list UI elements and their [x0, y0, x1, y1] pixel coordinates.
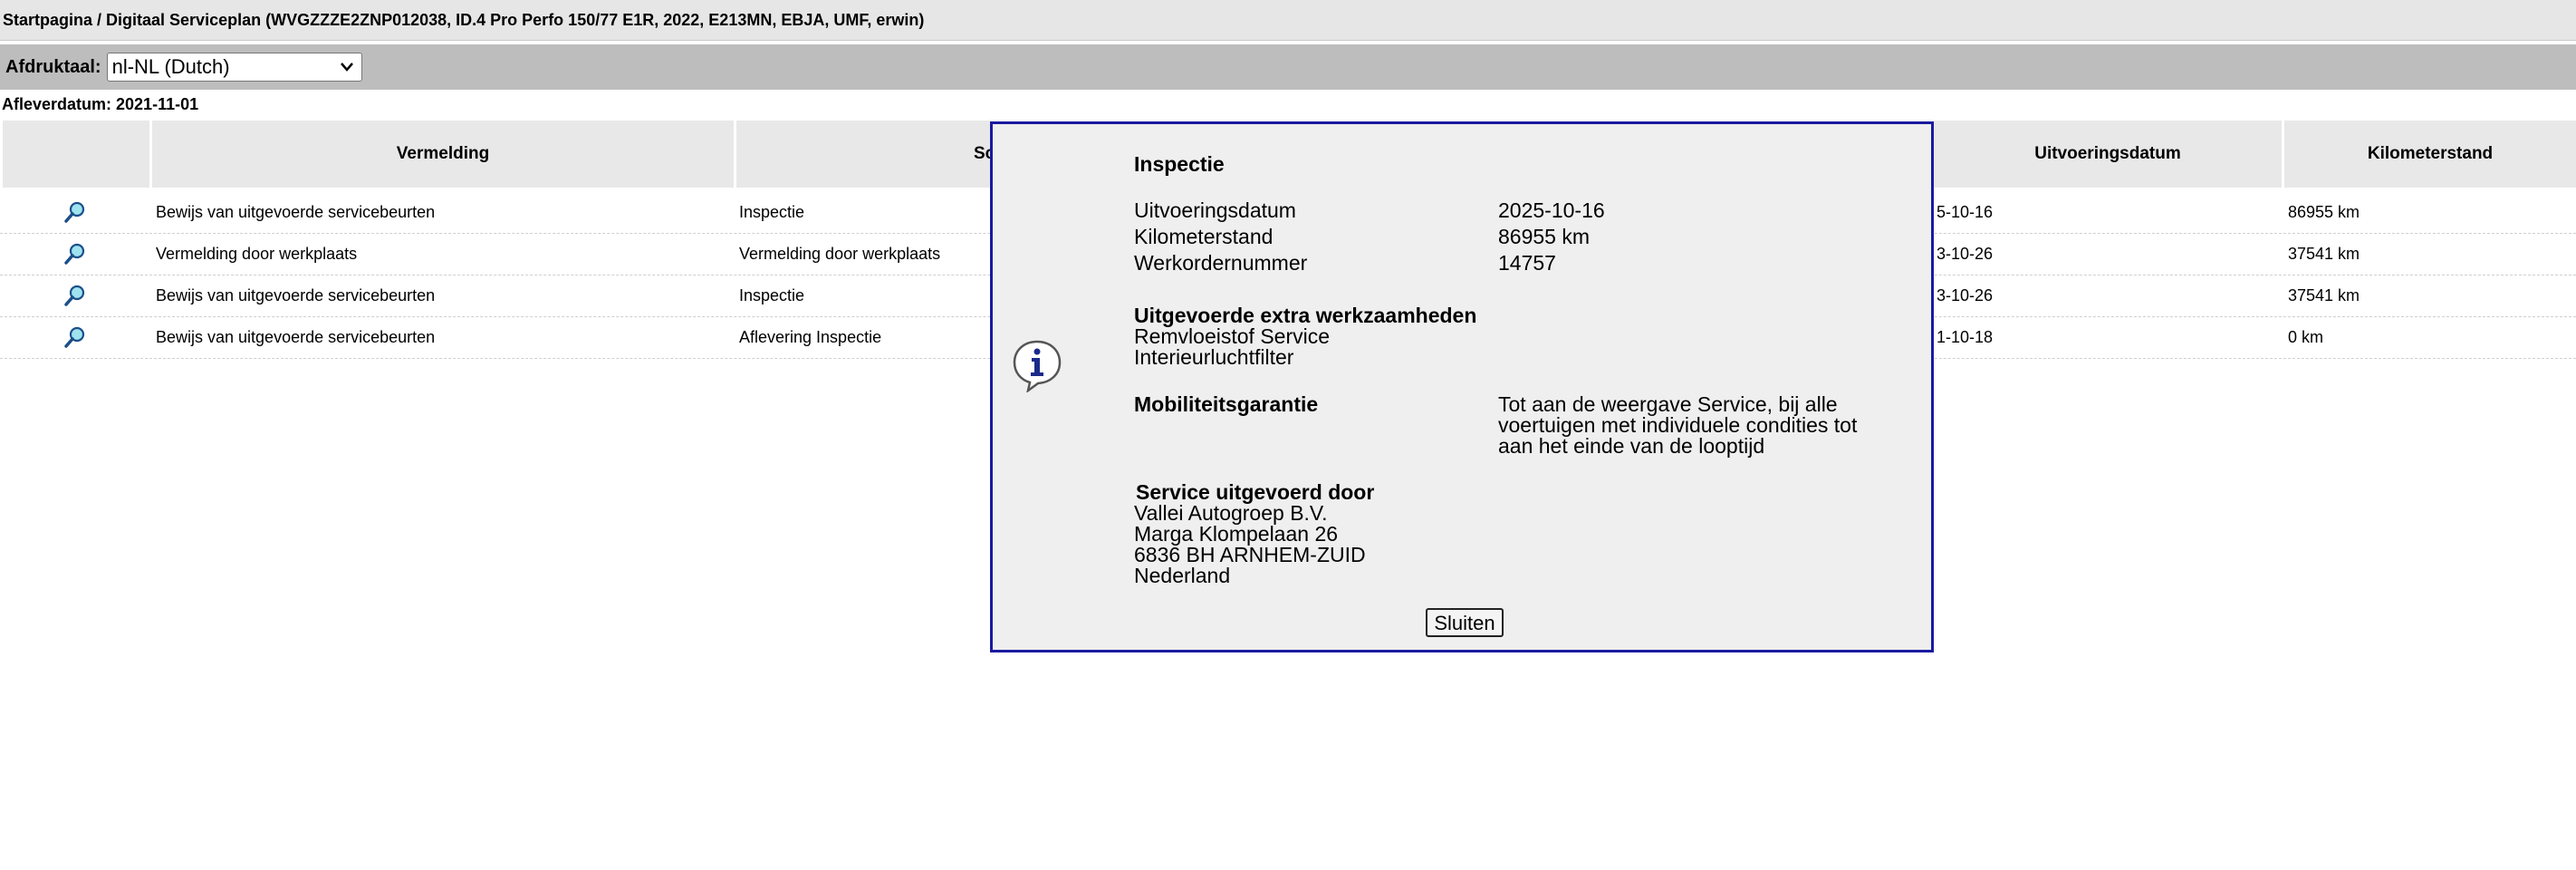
field-label: Kilometerstand [1134, 225, 1274, 248]
field-value: 14757 [1498, 251, 1556, 275]
extra-work-item: Remvloeistof Service [1134, 324, 1331, 348]
row-service: Vermelding door werkplaats [739, 245, 941, 263]
row-date: 5-10-16 [1937, 203, 1994, 221]
header-mileage: Kilometerstand [2284, 121, 2576, 188]
performed-by-title: Service uitgevoerd door [1136, 480, 1375, 504]
performed-by-line: Vallei Autogroep B.V. [1134, 501, 1328, 525]
close-button[interactable]: Sluiten [1426, 608, 1504, 637]
print-language-value: nl-NL (Dutch) [111, 55, 230, 78]
mobility-line: Tot aan de weergave Service, bij alle [1498, 392, 1838, 416]
row-date: 1-10-18 [1937, 328, 1994, 346]
row-service: Aflevering Inspectie [739, 328, 882, 346]
row-date: 3-10-26 [1937, 286, 1994, 304]
performed-by-line: Nederland [1134, 564, 1231, 587]
field-value: 86955 km [1498, 225, 1591, 248]
row-date: 3-10-26 [1937, 245, 1994, 263]
row-service: Inspectie [739, 286, 805, 304]
row-service: Inspectie [739, 203, 805, 221]
extra-work-item: Interieurluchtfilter [1134, 345, 1294, 369]
mobility-label: Mobiliteitsgarantie [1134, 392, 1319, 416]
print-language-label: Afdruktaal: [5, 56, 101, 77]
header-icon-column [3, 121, 149, 188]
magnifier-icon[interactable] [63, 242, 87, 266]
performed-by-line: 6836 BH ARNHEM-ZUID [1134, 543, 1366, 566]
row-mileage: 37541 km [2288, 245, 2360, 263]
row-entry: Bewijs van uitgevoerde servicebeurten [156, 203, 436, 221]
breadcrumb: Startpagina / Digitaal Serviceplan (WVGZ… [0, 0, 2576, 41]
mobility-line: aan het einde van de looptijd [1498, 434, 1765, 458]
dialog-title: Inspectie [1134, 152, 1225, 176]
row-entry: Bewijs van uitgevoerde servicebeurten [156, 328, 436, 346]
header-entry: Vermelding [152, 121, 734, 188]
row-mileage: 86955 km [2288, 203, 2360, 221]
mobility-line: voertuigen met individuele condities tot [1498, 413, 1858, 437]
print-language-bar: Afdruktaal: nl-NL (Dutch) [0, 44, 2576, 90]
row-entry: Bewijs van uitgevoerde servicebeurten [156, 286, 436, 304]
magnifier-icon[interactable] [63, 325, 87, 349]
row-mileage: 0 km [2288, 328, 2324, 346]
info-icon [1011, 338, 1063, 393]
row-mileage: 37541 km [2288, 286, 2360, 304]
header-service: Sc [736, 121, 995, 188]
performed-by-line: Marga Klompelaan 26 [1134, 522, 1339, 546]
chevron-down-icon [340, 53, 354, 91]
print-language-select[interactable]: nl-NL (Dutch) [106, 53, 362, 82]
service-detail-dialog: Inspectie Uitvoeringsdatum 2025-10-16 Ki… [990, 121, 1934, 652]
extra-work-title: Uitgevoerde extra werkzaamheden [1134, 304, 1477, 327]
field-label: Uitvoeringsdatum [1134, 198, 1296, 222]
magnifier-icon[interactable] [63, 200, 87, 224]
delivery-date: Afleverdatum: 2021-11-01 [2, 95, 199, 113]
field-value: 2025-10-16 [1498, 198, 1605, 222]
field-label: Werkordernummer [1134, 251, 1308, 275]
header-date: Uitvoeringsdatum [1934, 121, 2282, 188]
row-entry: Vermelding door werkplaats [156, 245, 358, 263]
magnifier-icon[interactable] [63, 284, 87, 307]
